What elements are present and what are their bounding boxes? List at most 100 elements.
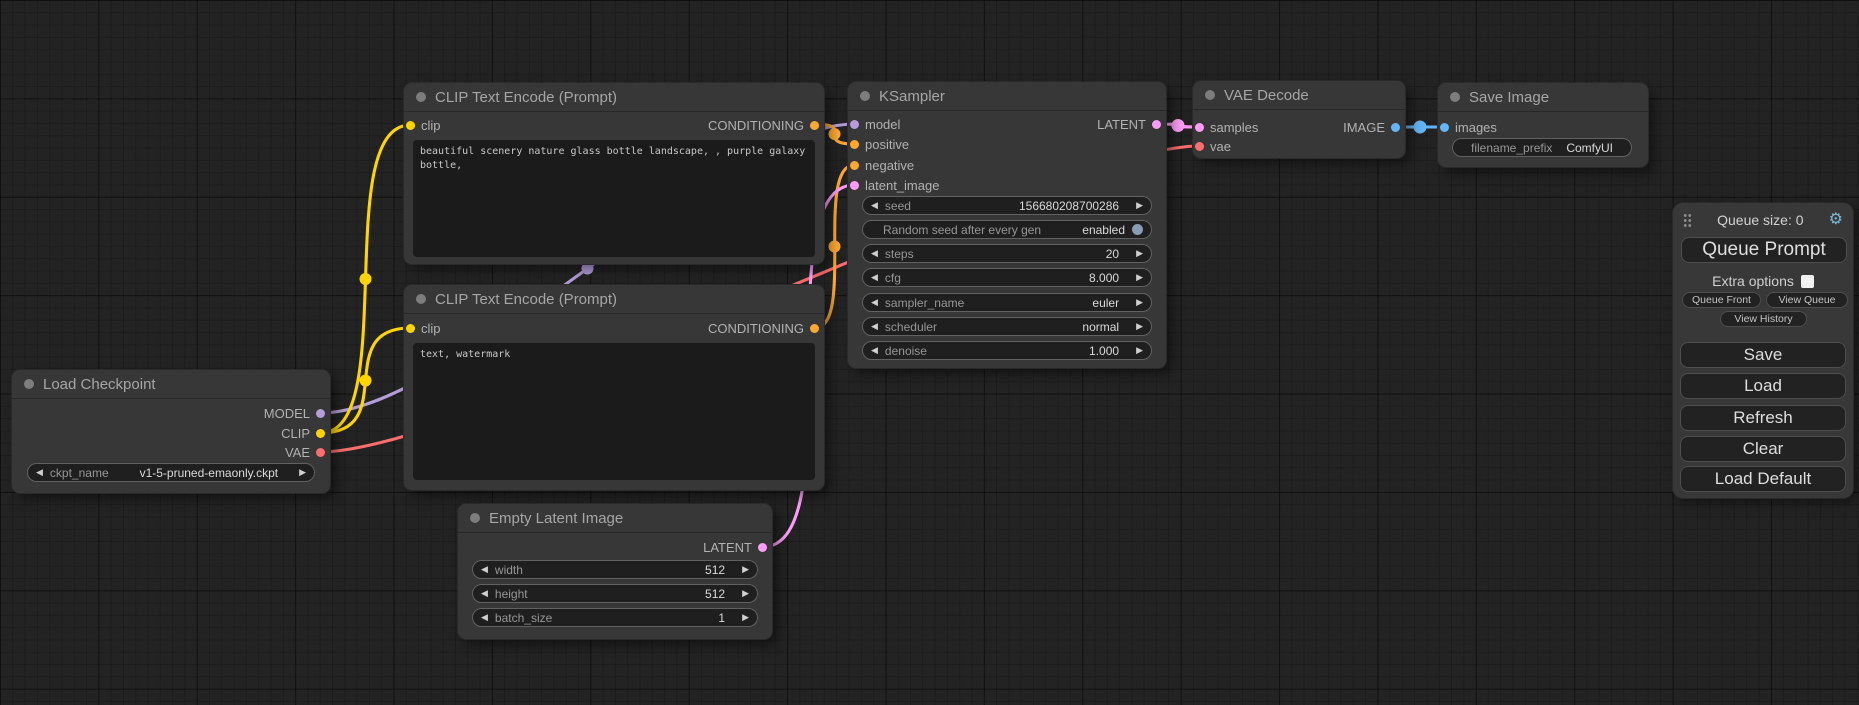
node-clip-text-encode-negative[interactable]: CLIP Text Encode (Prompt) clip CONDITION… [404,285,824,490]
port-dot-conditioning[interactable] [850,161,859,170]
prompt-textarea[interactable]: beautiful scenery nature glass bottle la… [413,140,815,257]
port-dot-latent[interactable] [1152,120,1161,129]
cfg-widget[interactable]: ◀ cfg 8.000 ▶ [862,268,1152,287]
port-dot-image[interactable] [1391,123,1400,132]
decrement-arrow-icon[interactable]: ◀ [481,589,488,598]
node-save-image[interactable]: Save Image images filename_prefix ComfyU… [1438,83,1648,167]
decrement-arrow-icon[interactable]: ◀ [871,298,878,307]
node-header[interactable]: KSampler [848,82,1166,111]
link-midpoint-dot[interactable] [360,273,372,285]
decrement-arrow-icon[interactable]: ◀ [871,249,878,258]
link-midpoint-dot[interactable] [829,128,841,140]
queue-front-button[interactable]: Queue Front [1682,292,1761,308]
increment-arrow-icon[interactable]: ▶ [1136,298,1143,307]
port-dot-conditioning[interactable] [850,140,859,149]
output-port-conditioning[interactable]: CONDITIONING [708,319,819,337]
graph-canvas[interactable]: Load Checkpoint MODEL CLIP VAE ◀ ckpt_na… [0,0,1859,705]
seed-widget[interactable]: ◀ seed 156680208700286 ▶ [862,196,1152,215]
increment-arrow-icon[interactable]: ▶ [742,565,749,574]
increment-arrow-icon[interactable]: ▶ [1136,249,1143,258]
random-seed-toggle-widget[interactable]: Random seed after every gen enabled [862,220,1152,239]
save-button[interactable]: Save [1680,342,1846,368]
queue-menu-panel[interactable]: Queue size: 0 ⚙ Queue Prompt Extra optio… [1673,203,1853,498]
collapse-dot-icon[interactable] [470,513,480,523]
toggle-indicator-icon[interactable] [1132,224,1143,235]
input-port-negative[interactable]: negative [850,156,914,174]
height-widget[interactable]: ◀ height 512 ▶ [472,584,758,603]
port-dot-conditioning[interactable] [810,121,819,130]
link-midpoint-dot[interactable] [1414,121,1427,134]
input-port-images[interactable]: images [1440,118,1497,136]
port-dot-latent[interactable] [850,181,859,190]
decrement-arrow-icon[interactable]: ◀ [871,346,878,355]
filename-prefix-widget[interactable]: filename_prefix ComfyUI [1452,138,1632,157]
refresh-button[interactable]: Refresh [1680,405,1846,431]
sampler-name-widget[interactable]: ◀ sampler_name euler ▶ [862,293,1152,312]
port-dot-clip[interactable] [316,429,325,438]
view-history-button[interactable]: View History [1720,311,1807,327]
decrement-arrow-icon[interactable]: ◀ [871,322,878,331]
port-dot-latent[interactable] [1195,123,1204,132]
view-queue-button[interactable]: View Queue [1766,292,1848,308]
node-vae-decode[interactable]: VAE Decode samples vae IMAGE [1193,81,1405,158]
port-dot-clip[interactable] [406,324,415,333]
output-port-image[interactable]: IMAGE [1343,118,1400,136]
output-port-model[interactable]: MODEL [264,404,325,422]
output-port-clip[interactable]: CLIP [281,424,325,442]
increment-arrow-icon[interactable]: ▶ [1136,273,1143,282]
port-dot-model[interactable] [850,120,859,129]
port-dot-image[interactable] [1440,123,1449,132]
input-port-vae[interactable]: vae [1195,137,1231,155]
collapse-dot-icon[interactable] [416,294,426,304]
link-midpoint-dot[interactable] [1172,119,1185,132]
node-header[interactable]: CLIP Text Encode (Prompt) [404,285,824,314]
port-dot-model[interactable] [316,409,325,418]
steps-widget[interactable]: ◀ steps 20 ▶ [862,244,1152,263]
drag-handle-icon[interactable] [1683,213,1692,228]
increment-arrow-icon[interactable]: ▶ [742,589,749,598]
ckpt-name-widget[interactable]: ◀ ckpt_name v1-5-pruned-emaonly.ckpt ▶ [27,463,315,482]
prompt-textarea[interactable]: text, watermark [413,343,815,480]
decrement-arrow-icon[interactable]: ◀ [481,613,488,622]
increment-arrow-icon[interactable]: ▶ [742,613,749,622]
increment-arrow-icon[interactable]: ▶ [1136,346,1143,355]
node-header[interactable]: CLIP Text Encode (Prompt) [404,83,824,112]
scheduler-widget[interactable]: ◀ scheduler normal ▶ [862,317,1152,336]
load-button[interactable]: Load [1680,373,1846,399]
node-header[interactable]: Empty Latent Image [458,504,772,533]
decrement-arrow-icon[interactable]: ◀ [36,468,43,477]
input-port-latent-image[interactable]: latent_image [850,176,939,194]
decrement-arrow-icon[interactable]: ◀ [871,201,878,210]
batch-size-widget[interactable]: ◀ batch_size 1 ▶ [472,608,758,627]
settings-gear-icon[interactable]: ⚙ [1829,212,1843,228]
port-dot-latent[interactable] [758,543,767,552]
collapse-dot-icon[interactable] [860,91,870,101]
output-port-latent[interactable]: LATENT [703,538,767,556]
node-empty-latent-image[interactable]: Empty Latent Image LATENT ◀ width 512 ▶ … [458,504,772,639]
link-midpoint-dot[interactable] [582,263,594,275]
input-port-clip[interactable]: clip [406,116,441,134]
output-port-conditioning[interactable]: CONDITIONING [708,116,819,134]
input-port-clip[interactable]: clip [406,319,441,337]
decrement-arrow-icon[interactable]: ◀ [871,273,878,282]
denoise-widget[interactable]: ◀ denoise 1.000 ▶ [862,341,1152,360]
collapse-dot-icon[interactable] [1205,90,1215,100]
width-widget[interactable]: ◀ width 512 ▶ [472,560,758,579]
load-default-button[interactable]: Load Default [1680,466,1846,492]
port-dot-vae[interactable] [316,448,325,457]
port-dot-vae[interactable] [1195,142,1204,151]
output-port-vae[interactable]: VAE [285,443,325,461]
increment-arrow-icon[interactable]: ▶ [1136,322,1143,331]
clear-button[interactable]: Clear [1680,436,1846,462]
node-clip-text-encode-positive[interactable]: CLIP Text Encode (Prompt) clip CONDITION… [404,83,824,264]
collapse-dot-icon[interactable] [416,92,426,102]
collapse-dot-icon[interactable] [24,379,34,389]
collapse-dot-icon[interactable] [1450,92,1460,102]
node-ksampler[interactable]: KSampler model positive negative latent_… [848,82,1166,368]
port-dot-clip[interactable] [406,121,415,130]
extra-options-checkbox[interactable] [1801,275,1814,288]
node-load-checkpoint[interactable]: Load Checkpoint MODEL CLIP VAE ◀ ckpt_na… [12,370,330,493]
node-header[interactable]: Save Image [1438,83,1648,112]
increment-arrow-icon[interactable]: ▶ [1136,201,1143,210]
link-midpoint-dot[interactable] [829,241,841,253]
